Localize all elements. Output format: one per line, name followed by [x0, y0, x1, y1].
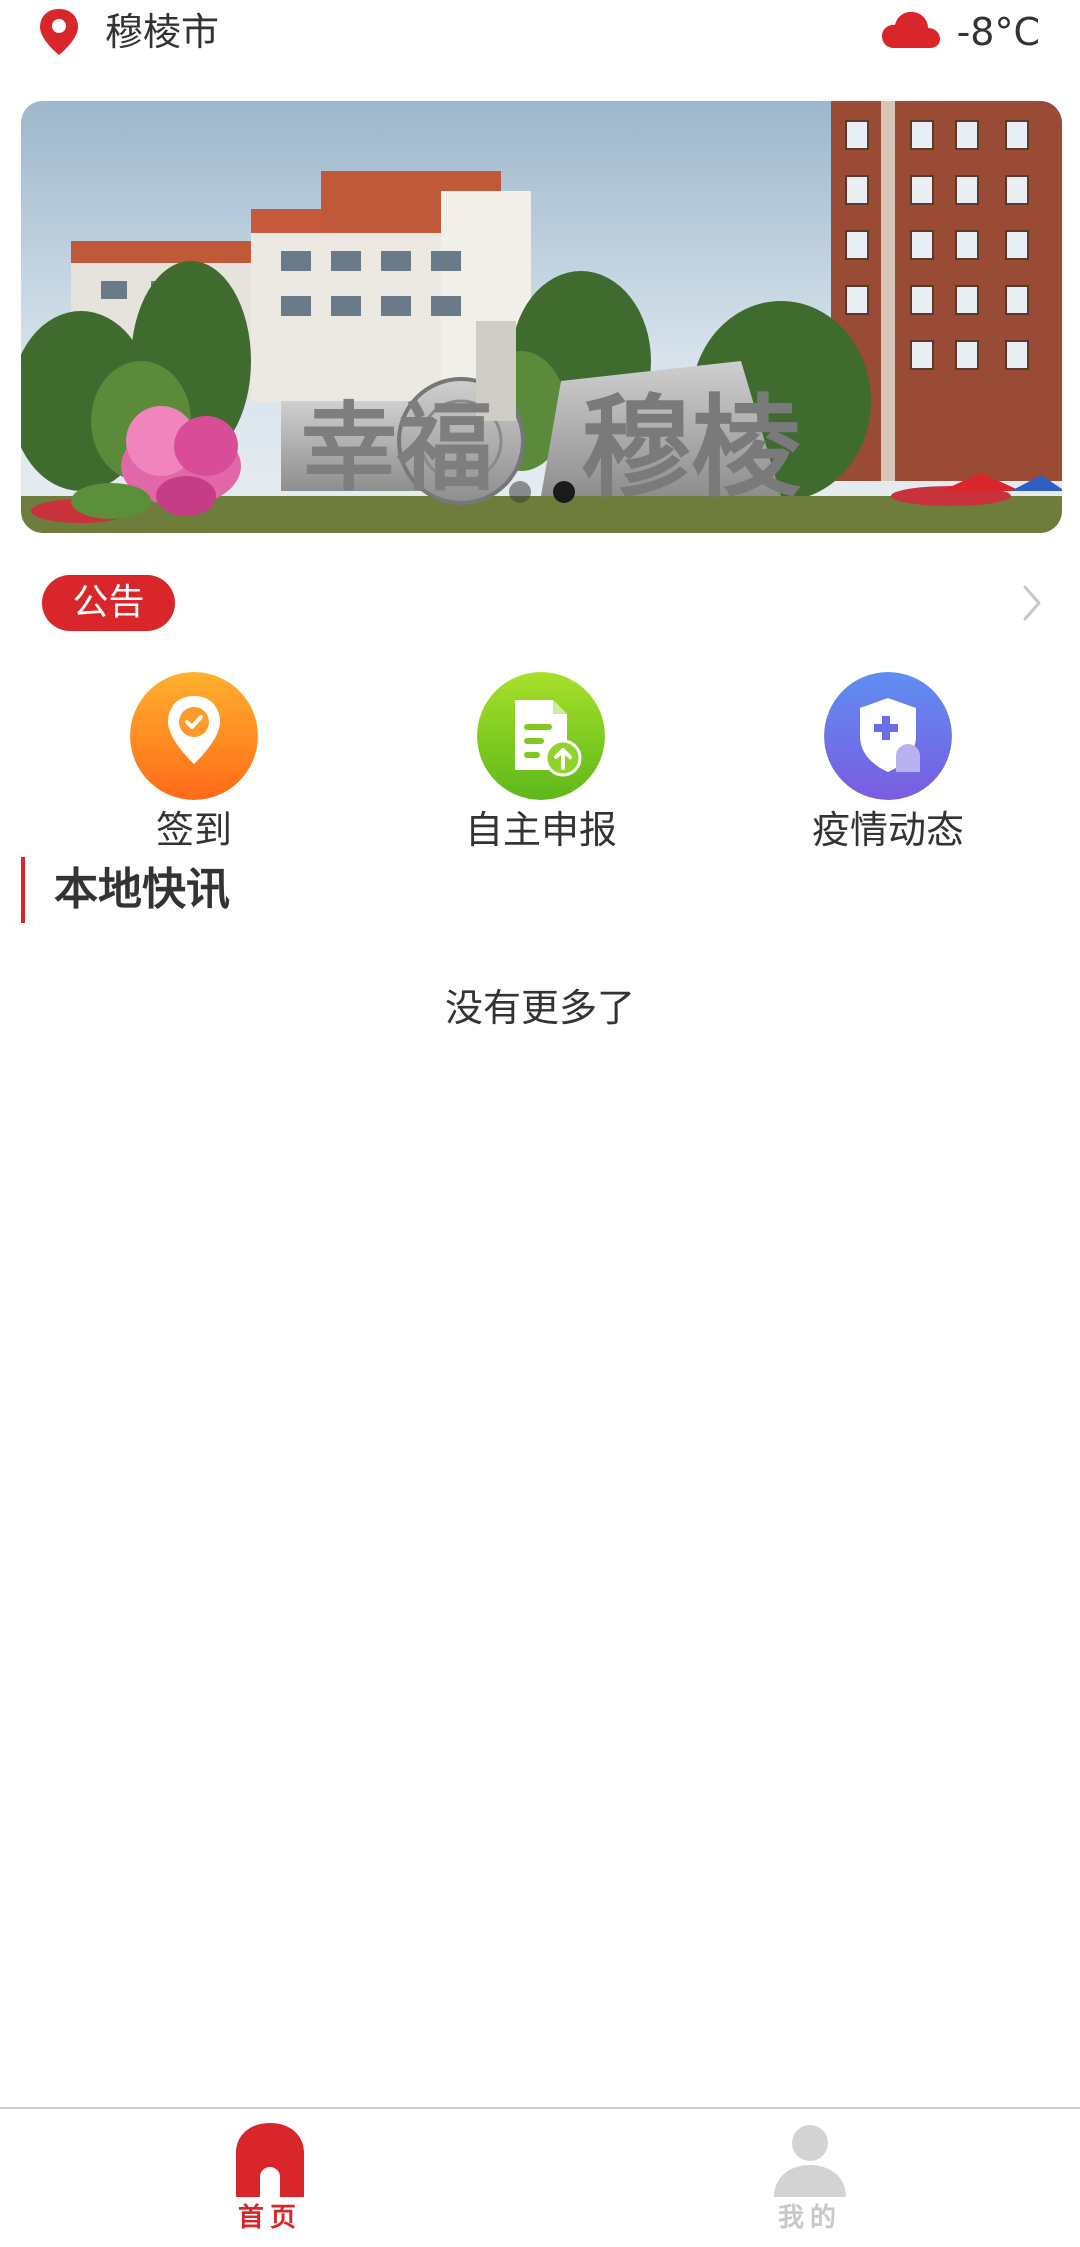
document-upload-icon	[477, 672, 605, 800]
shield-medical-icon	[824, 672, 952, 800]
bottom-tab-bar: 首页 我的	[0, 2107, 1080, 2247]
quick-action-check-in[interactable]: 签到	[94, 672, 294, 862]
location-pin-icon[interactable]	[36, 7, 82, 57]
tab-mine[interactable]: 我的	[730, 2121, 890, 2241]
carousel-dot-active[interactable]	[552, 481, 575, 503]
quick-action-label: 自主申报	[464, 808, 617, 852]
quick-action-label: 疫情动态	[811, 808, 964, 852]
empty-list-text: 没有更多了	[444, 986, 635, 1030]
banner-carousel[interactable]: 幸福 穆棱	[21, 101, 1062, 533]
city-name[interactable]: 穆棱市	[105, 6, 219, 58]
quick-action-label: 签到	[155, 808, 232, 852]
check-in-location-icon	[130, 672, 258, 800]
notice-bar[interactable]: 公告	[0, 573, 1080, 633]
quick-action-epidemic-updates[interactable]: 疫情动态	[788, 672, 988, 862]
cloud-icon	[882, 11, 940, 48]
tab-label: 我的	[777, 2203, 842, 2233]
chevron-right-icon[interactable]	[1020, 583, 1044, 623]
quick-actions: 签到 自主申报 疫情动态	[0, 672, 1080, 862]
user-icon	[774, 2125, 846, 2197]
temperature: -8°C	[956, 10, 1040, 54]
top-header: 穆棱市 -8°C	[0, 0, 1080, 66]
carousel-indicators	[21, 481, 1062, 503]
home-icon	[236, 2123, 304, 2197]
carousel-dot[interactable]	[508, 481, 531, 503]
tab-label: 首页	[237, 2203, 302, 2233]
tab-home[interactable]: 首页	[190, 2121, 350, 2241]
banner-image: 幸福 穆棱	[21, 101, 1062, 533]
section-title: 本地快讯	[21, 857, 230, 923]
notice-badge: 公告	[42, 575, 175, 631]
quick-action-self-report[interactable]: 自主申报	[441, 672, 641, 862]
